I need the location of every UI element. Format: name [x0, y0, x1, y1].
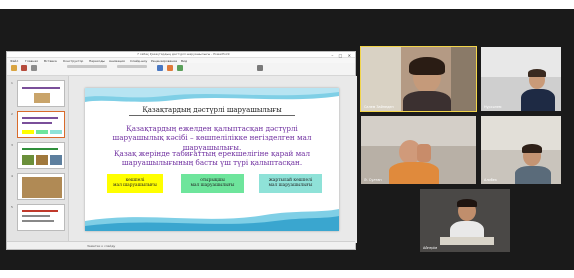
slide-thumbnails-pane[interactable]: 1 2 3 4 5: [7, 76, 69, 243]
slide-thumbnail[interactable]: 5: [11, 204, 65, 231]
participant-name: Айгерім: [423, 246, 438, 250]
current-slide[interactable]: Қазақтардың дәстүрлі шаруашылығы Қазақта…: [85, 88, 339, 231]
title-underline: [129, 115, 295, 116]
powerpoint-window: 7 сабақ Қазақтардың дәстүрлі шаруашылығы…: [6, 51, 357, 250]
hand: [417, 144, 431, 162]
find-icon[interactable]: [257, 65, 263, 71]
quick-styles-icon[interactable]: [177, 65, 183, 71]
slide-header-decoration: [85, 88, 339, 102]
slide-thumbnail[interactable]: 1: [11, 80, 65, 107]
layout-icon[interactable]: [31, 65, 37, 71]
shapes-icon[interactable]: [157, 65, 163, 71]
notes-label[interactable]: Заметки к слайду: [87, 244, 115, 248]
category-box: көшпелі мал шаруашылығы: [107, 174, 163, 193]
video-tile-active-speaker[interactable]: Салем Зайнеден: [360, 46, 477, 112]
slide-title: Қазақтардың дәстүрлі шаруашылығы: [142, 106, 282, 114]
category-box: жартылай көшпелі мал шаруашылығы: [259, 174, 322, 193]
new-slide-icon[interactable]: [21, 65, 27, 71]
slide-paragraph: Қазақтардың ежелден қалыптасқан дәстүрлі…: [112, 124, 312, 152]
slide-editing-area[interactable]: Қазақтардың дәстүрлі шаруашылығы Қазақта…: [69, 76, 357, 243]
participant-name: Салем Зайнеден: [364, 105, 394, 109]
video-tile[interactable]: Алибек: [481, 116, 561, 184]
video-tile[interactable]: Ә. Сұлтан: [361, 116, 476, 184]
window-title: 7 сабақ Қазақтардың дәстүрлі шаруашылығы…: [137, 52, 230, 56]
paragraph-icon[interactable]: [117, 65, 147, 68]
font-selector-icon[interactable]: [67, 65, 107, 68]
paste-icon[interactable]: [11, 65, 17, 71]
participant-name: Алибек: [484, 178, 497, 182]
status-bar: Заметки к слайду: [7, 241, 355, 249]
slide-thumbnail-active[interactable]: 2: [11, 111, 65, 138]
desk: [440, 237, 494, 245]
participant-name: Ә. Сұлтан: [364, 178, 382, 182]
slide-thumbnail[interactable]: 4: [11, 173, 65, 200]
slide-footer-decoration: [85, 209, 339, 231]
slide-paragraph: Қазақ жерінде табиғаттың ерекшелігіне қа…: [113, 149, 311, 168]
slide-thumbnail[interactable]: 3: [11, 142, 65, 169]
video-tile[interactable]: Айгерім: [420, 189, 510, 252]
participant-name: Нұрсәлем: [484, 105, 502, 109]
video-tile[interactable]: Нұрсәлем: [481, 47, 561, 111]
ribbon-toolbar: [7, 63, 355, 76]
category-box: отырықшы мал шаруашылығы: [181, 174, 244, 193]
screen-share-area: 7 сабақ Қазақтардың дәстүрлі шаруашылығы…: [0, 9, 574, 270]
arrange-icon[interactable]: [167, 65, 173, 71]
